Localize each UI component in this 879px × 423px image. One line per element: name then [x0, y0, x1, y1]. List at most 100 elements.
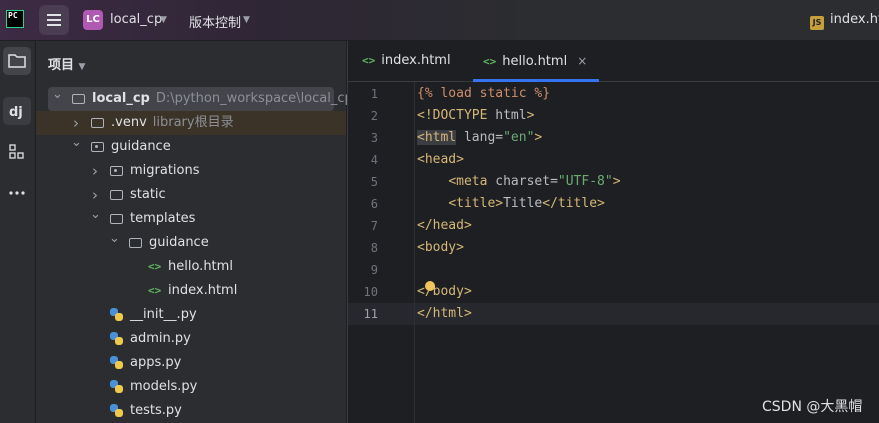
tree-item-label: tests.py — [130, 403, 182, 418]
line-number: 5 — [370, 175, 378, 189]
project-panel: 项目 ▼ ⌄ local_cp D:\python_workspace\local_… — [36, 41, 380, 423]
tree-item-label: local_cp D:\python_workspace\local_cp — [92, 91, 353, 106]
python-file-icon — [110, 380, 123, 393]
run-config-selector[interactable]: JSindex.htm — [810, 12, 879, 30]
tree-item-label: static — [130, 187, 166, 202]
tree-item[interactable]: __init__.py — [36, 303, 346, 327]
chevron-down-icon[interactable]: ▼ — [160, 15, 167, 25]
html-file-icon: <> — [483, 55, 497, 68]
python-file-icon — [110, 332, 123, 345]
tree-item[interactable]: › static — [36, 183, 346, 207]
folder-icon — [110, 164, 123, 176]
more-tools-button[interactable] — [3, 179, 31, 207]
structure-tool-button[interactable] — [3, 138, 31, 166]
chevron-down-icon[interactable]: ⌄ — [71, 131, 82, 155]
folder-icon — [110, 188, 123, 200]
tree-item-label: templates — [130, 211, 196, 226]
tree-item-label: apps.py — [130, 355, 182, 370]
more-horizontal-icon — [9, 191, 25, 195]
tree-item[interactable]: admin.py — [36, 327, 346, 351]
tab-hello-html[interactable]: <> hello.html × — [472, 41, 600, 82]
code-line[interactable]: <body> — [417, 237, 464, 259]
tree-item-label: guidance — [111, 139, 171, 154]
line-number: 3 — [370, 131, 378, 145]
chevron-down-icon[interactable]: ⌄ — [52, 83, 63, 107]
code-line[interactable]: <head> — [417, 149, 464, 171]
code-line[interactable]: <!DOCTYPE html> — [417, 105, 534, 127]
tree-item-label: guidance — [149, 235, 209, 250]
line-number: 6 — [370, 197, 378, 211]
folder-icon — [129, 236, 142, 248]
folder-icon — [72, 92, 85, 104]
tree-item-hint: library根目录 — [152, 115, 234, 130]
folder-icon — [110, 212, 123, 224]
main-menu-button[interactable] — [39, 5, 69, 35]
tree-item-hint: D:\python_workspace\local_cp — [155, 91, 353, 106]
editor-tabs: <> index.html <> hello.html × — [348, 41, 879, 82]
watermark: CSDN @大黑帽 — [762, 399, 863, 415]
tree-item[interactable]: ⌄ templates — [36, 207, 346, 231]
tree-item-label: hello.html — [168, 259, 233, 274]
chevron-right-icon[interactable]: › — [90, 159, 100, 183]
tree-item[interactable]: › migrations — [36, 159, 346, 183]
tree-item-label: models.py — [130, 379, 198, 394]
tool-window-strip: dj — [0, 41, 36, 423]
tree-item[interactable]: apps.py — [36, 351, 346, 375]
folder-icon — [91, 140, 104, 152]
tab-index-html[interactable]: <> index.html — [362, 41, 451, 81]
title-bar: PC LC local_cp ▼ 版本控制 ▼ JSindex.htm — [0, 0, 879, 41]
django-icon: dj — [9, 105, 23, 120]
line-number: 8 — [370, 241, 378, 255]
line-number: 11 — [363, 307, 378, 321]
project-panel-title[interactable]: 项目 ▼ — [48, 54, 85, 73]
project-name-dropdown[interactable]: local_cp — [110, 12, 162, 27]
chevron-down-icon[interactable]: ▼ — [243, 15, 250, 25]
tree-item[interactable]: models.py — [36, 375, 346, 399]
line-number: 4 — [370, 153, 378, 167]
hamburger-icon — [47, 14, 61, 16]
code-line[interactable]: <title>Title</title> — [417, 193, 605, 215]
line-number: 7 — [370, 219, 378, 233]
html-file-icon: <> — [148, 260, 162, 273]
tree-item[interactable]: ⌄ guidance — [36, 135, 346, 159]
svg-text:dj: dj — [9, 105, 23, 120]
folder-icon — [8, 54, 26, 68]
tree-item[interactable]: tests.py — [36, 399, 346, 423]
code-line[interactable]: {% load static %} — [417, 83, 550, 105]
tree-item[interactable]: › .venv library根目录 — [36, 111, 346, 135]
tree-item[interactable]: ⌄ local_cp D:\python_workspace\local_cp — [48, 87, 353, 111]
python-file-icon — [110, 356, 123, 369]
code-line[interactable]: <meta charset="UTF-8"> — [417, 171, 620, 193]
chevron-down-icon[interactable]: ⌄ — [90, 203, 101, 227]
vcs-dropdown[interactable]: 版本控制 — [189, 12, 241, 31]
python-file-icon — [110, 404, 123, 417]
structure-icon — [9, 144, 24, 159]
tree-item-label: .venv library根目录 — [111, 115, 234, 130]
code-line[interactable]: </head> — [417, 215, 472, 237]
project-tool-button[interactable] — [3, 47, 31, 75]
line-number: 10 — [363, 285, 378, 299]
chevron-down-icon: ▼ — [78, 62, 86, 72]
intention-bulb-icon[interactable] — [425, 281, 435, 291]
tree-item[interactable]: ⌄ guidance — [36, 231, 346, 255]
tree-item-label: index.html — [168, 283, 238, 298]
code-line[interactable]: <html lang="en"> — [417, 127, 542, 149]
chevron-down-icon[interactable]: ⌄ — [109, 227, 120, 251]
editor-area: <> index.html <> hello.html × 1 2 3 4 5 6 7 8 9 10 11… — [347, 41, 879, 423]
tree-item-label: migrations — [130, 163, 200, 178]
django-structure-button[interactable]: dj — [3, 97, 31, 125]
line-number-gutter[interactable]: 1 2 3 4 5 6 7 8 9 10 11 — [348, 82, 415, 423]
tree-item-label: __init__.py — [130, 307, 197, 322]
tree-item[interactable]: <> index.html — [36, 279, 346, 303]
python-file-icon — [110, 308, 123, 321]
html-file-icon: <> — [362, 54, 376, 67]
tree-item-label: admin.py — [130, 331, 191, 346]
line-number: 1 — [370, 87, 378, 101]
tree-item[interactable]: <> hello.html — [36, 255, 346, 279]
project-badge[interactable]: LC — [83, 10, 103, 30]
close-tab-icon[interactable]: × — [577, 54, 587, 68]
folder-icon — [91, 116, 104, 128]
line-number: 2 — [370, 109, 378, 123]
js-file-icon: JS — [810, 16, 824, 30]
code-line[interactable]: </html> — [417, 303, 472, 325]
